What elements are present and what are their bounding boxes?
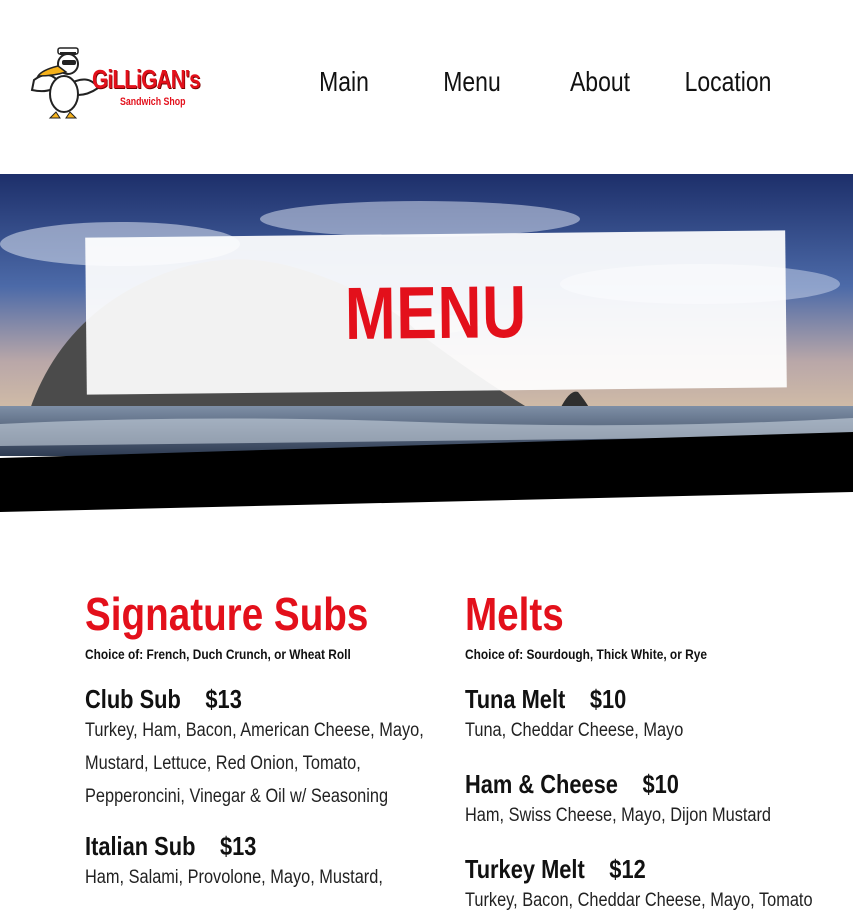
item-description: Ham, Salami, Provolone, Mayo, Mustard, — [85, 867, 383, 888]
item-description: Turkey, Bacon, Cheddar Cheese, Mayo, Tom… — [465, 890, 813, 911]
main-nav: Main Menu About Location — [0, 66, 853, 106]
item-name: Tuna Melt — [465, 684, 566, 714]
menu-item: Turkey Melt $12 Turkey, Bacon, Cheddar C… — [465, 854, 845, 917]
item-price: $10 — [642, 769, 679, 799]
menu-item: Tuna Melt $10 Tuna, Cheddar Cheese, Mayo — [465, 684, 845, 747]
nav-about[interactable]: About — [551, 66, 649, 98]
section-note: Choice of: Sourdough, Thick White, or Ry… — [465, 646, 707, 662]
item-price: $13 — [205, 684, 242, 714]
section-title: Melts — [465, 588, 564, 640]
item-price: $10 — [589, 684, 627, 714]
nav-main[interactable]: Main — [295, 66, 393, 98]
item-price: $12 — [609, 854, 646, 884]
item-name: Club Sub — [85, 684, 181, 714]
menu-item: Club Sub $13 Turkey, Ham, Bacon, America… — [85, 684, 435, 813]
menu-item: Italian Sub $13 Ham, Salami, Provolone, … — [85, 831, 435, 894]
menu-title-banner: MENU — [85, 230, 787, 395]
nav-location[interactable]: Location — [679, 66, 777, 98]
page-title: MENU — [344, 270, 528, 355]
item-price: $13 — [219, 831, 257, 861]
item-name: Italian Sub — [85, 831, 196, 861]
item-description: Turkey, Ham, Bacon, American Cheese, May… — [85, 720, 424, 807]
section-signature-subs: Signature Subs Choice of: French, Duch C… — [85, 586, 435, 894]
section-note: Choice of: French, Duch Crunch, or Wheat… — [85, 646, 351, 662]
section-melts: Melts Choice of: Sourdough, Thick White,… — [465, 586, 845, 917]
site-header: GiLLiGAN's Sandwich Shop Main Menu About… — [0, 0, 853, 174]
item-name: Turkey Melt — [465, 854, 585, 884]
item-description: Ham, Swiss Cheese, Mayo, Dijon Mustard — [465, 805, 772, 826]
section-title: Signature Subs — [85, 588, 369, 640]
item-name: Ham & Cheese — [465, 769, 618, 799]
item-description: Tuna, Cheddar Cheese, Mayo — [465, 720, 684, 741]
nav-menu[interactable]: Menu — [423, 66, 521, 98]
menu-item: Ham & Cheese $10 Ham, Swiss Cheese, Mayo… — [465, 769, 845, 832]
